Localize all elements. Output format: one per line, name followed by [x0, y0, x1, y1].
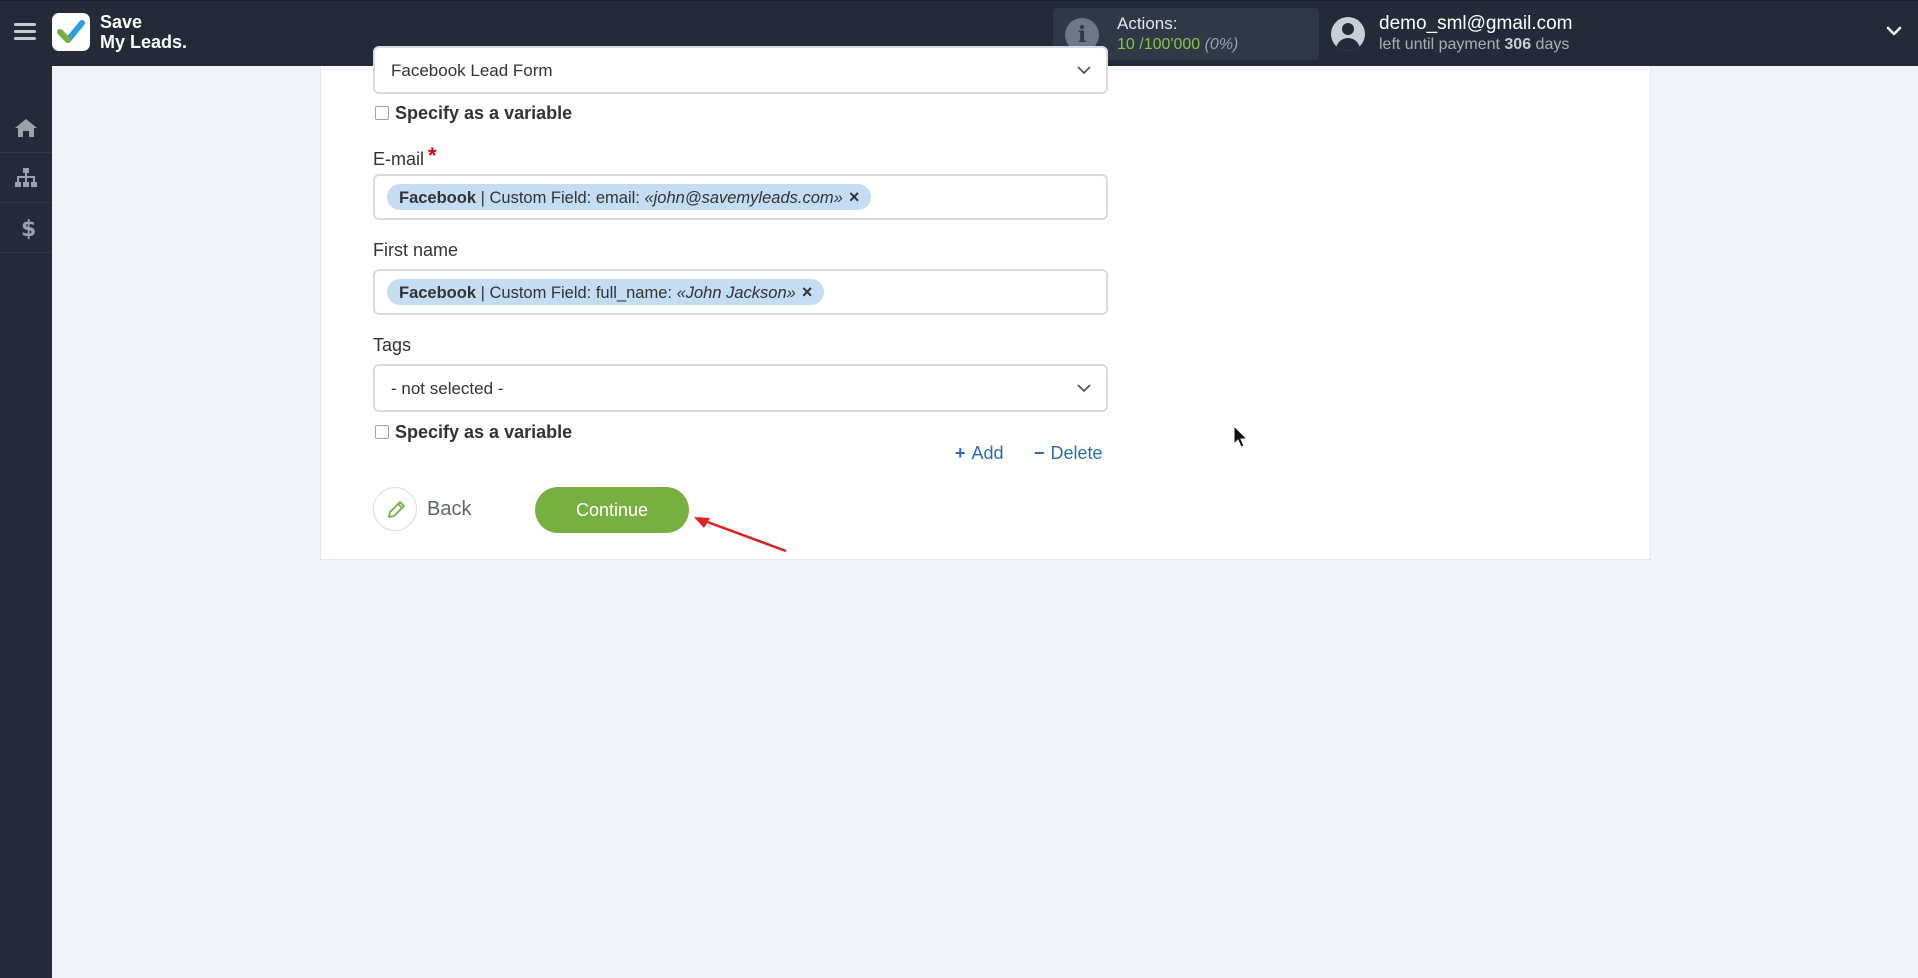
- menu-icon[interactable]: [14, 23, 36, 41]
- chevron-down-icon: [1077, 66, 1091, 75]
- required-mark: *: [428, 143, 437, 168]
- payment-days: 306: [1504, 36, 1532, 53]
- email-label: E-mail *: [373, 143, 437, 171]
- actions-percent: (0%): [1204, 36, 1239, 53]
- pencil-icon: [373, 487, 417, 531]
- specify-variable-checkbox[interactable]: [375, 106, 389, 120]
- logo-icon[interactable]: [52, 13, 90, 51]
- logo-line2: My Leads.: [100, 32, 188, 52]
- actions-separator: /: [1134, 36, 1144, 53]
- specify-variable-checkbox[interactable]: [375, 425, 389, 439]
- back-label: Back: [427, 498, 472, 520]
- chip-field: | Custom Field: full_name:: [476, 284, 677, 302]
- dollar-icon: $: [21, 217, 36, 240]
- email-chip: Facebook | Custom Field: email: «john@sa…: [387, 184, 872, 210]
- first-name-field[interactable]: Facebook | Custom Field: full_name: «Joh…: [373, 269, 1108, 315]
- chevron-down-icon[interactable]: [1884, 21, 1904, 41]
- payment-status: left until payment 306 days: [1379, 36, 1569, 54]
- add-button[interactable]: + Add: [955, 443, 1004, 464]
- mouse-cursor-icon: [1233, 425, 1249, 448]
- sidebar-item-billing[interactable]: $: [0, 202, 52, 253]
- tags-value: - not selected -: [391, 379, 504, 398]
- sidebar: $: [0, 66, 52, 978]
- chip-value: «John Jackson»: [676, 284, 796, 302]
- add-label: Add: [971, 443, 1004, 463]
- email-label-text: E-mail: [373, 149, 425, 169]
- chevron-down-icon: [1077, 384, 1091, 393]
- tags-label: Tags: [373, 335, 412, 355]
- specify-variable-label: Specify as a variable: [395, 103, 573, 123]
- payment-prefix: left until payment: [1379, 36, 1505, 53]
- minus-icon: −: [1034, 443, 1045, 463]
- home-icon: [15, 119, 37, 137]
- actions-total: 100'000: [1143, 36, 1201, 53]
- user-avatar-icon[interactable]: [1331, 17, 1365, 51]
- tags-select[interactable]: - not selected -: [373, 364, 1108, 412]
- sidebar-item-connections[interactable]: [0, 152, 52, 203]
- continue-button[interactable]: Continue: [535, 487, 689, 533]
- logo-text[interactable]: Save My Leads.: [100, 12, 187, 52]
- first-name-label: First name: [373, 240, 459, 260]
- delete-button[interactable]: − Delete: [1034, 443, 1103, 464]
- chip-source: Facebook: [399, 189, 477, 207]
- actions-values: 10 /100'000 (0%): [1117, 36, 1238, 54]
- payment-suffix: days: [1531, 36, 1570, 53]
- svg-text:$: $: [21, 217, 36, 240]
- user-email[interactable]: demo_sml@gmail.com: [1379, 13, 1573, 35]
- back-button[interactable]: Back: [373, 487, 483, 533]
- annotation-arrow-icon: [694, 517, 787, 553]
- source-form-value: Facebook Lead Form: [391, 61, 553, 80]
- email-field[interactable]: Facebook | Custom Field: email: «john@sa…: [373, 174, 1108, 220]
- sidebar-item-home[interactable]: [0, 102, 52, 153]
- chip-field: | Custom Field: email:: [476, 189, 645, 207]
- chip-value: «john@savemyleads.com»: [644, 189, 843, 207]
- actions-used: 10: [1117, 36, 1135, 53]
- first-name-chip: Facebook | Custom Field: full_name: «Joh…: [387, 279, 825, 305]
- specify-variable-label: Specify as a variable: [395, 422, 573, 442]
- delete-label: Delete: [1050, 443, 1103, 463]
- logo-line1: Save: [100, 12, 143, 32]
- actions-label: Actions:: [1117, 14, 1178, 33]
- sitemap-icon: [15, 168, 37, 187]
- chip-remove-icon[interactable]: ×: [849, 187, 860, 207]
- plus-icon: +: [955, 443, 966, 463]
- chip-remove-icon[interactable]: ×: [802, 282, 813, 302]
- chip-source: Facebook: [399, 284, 477, 302]
